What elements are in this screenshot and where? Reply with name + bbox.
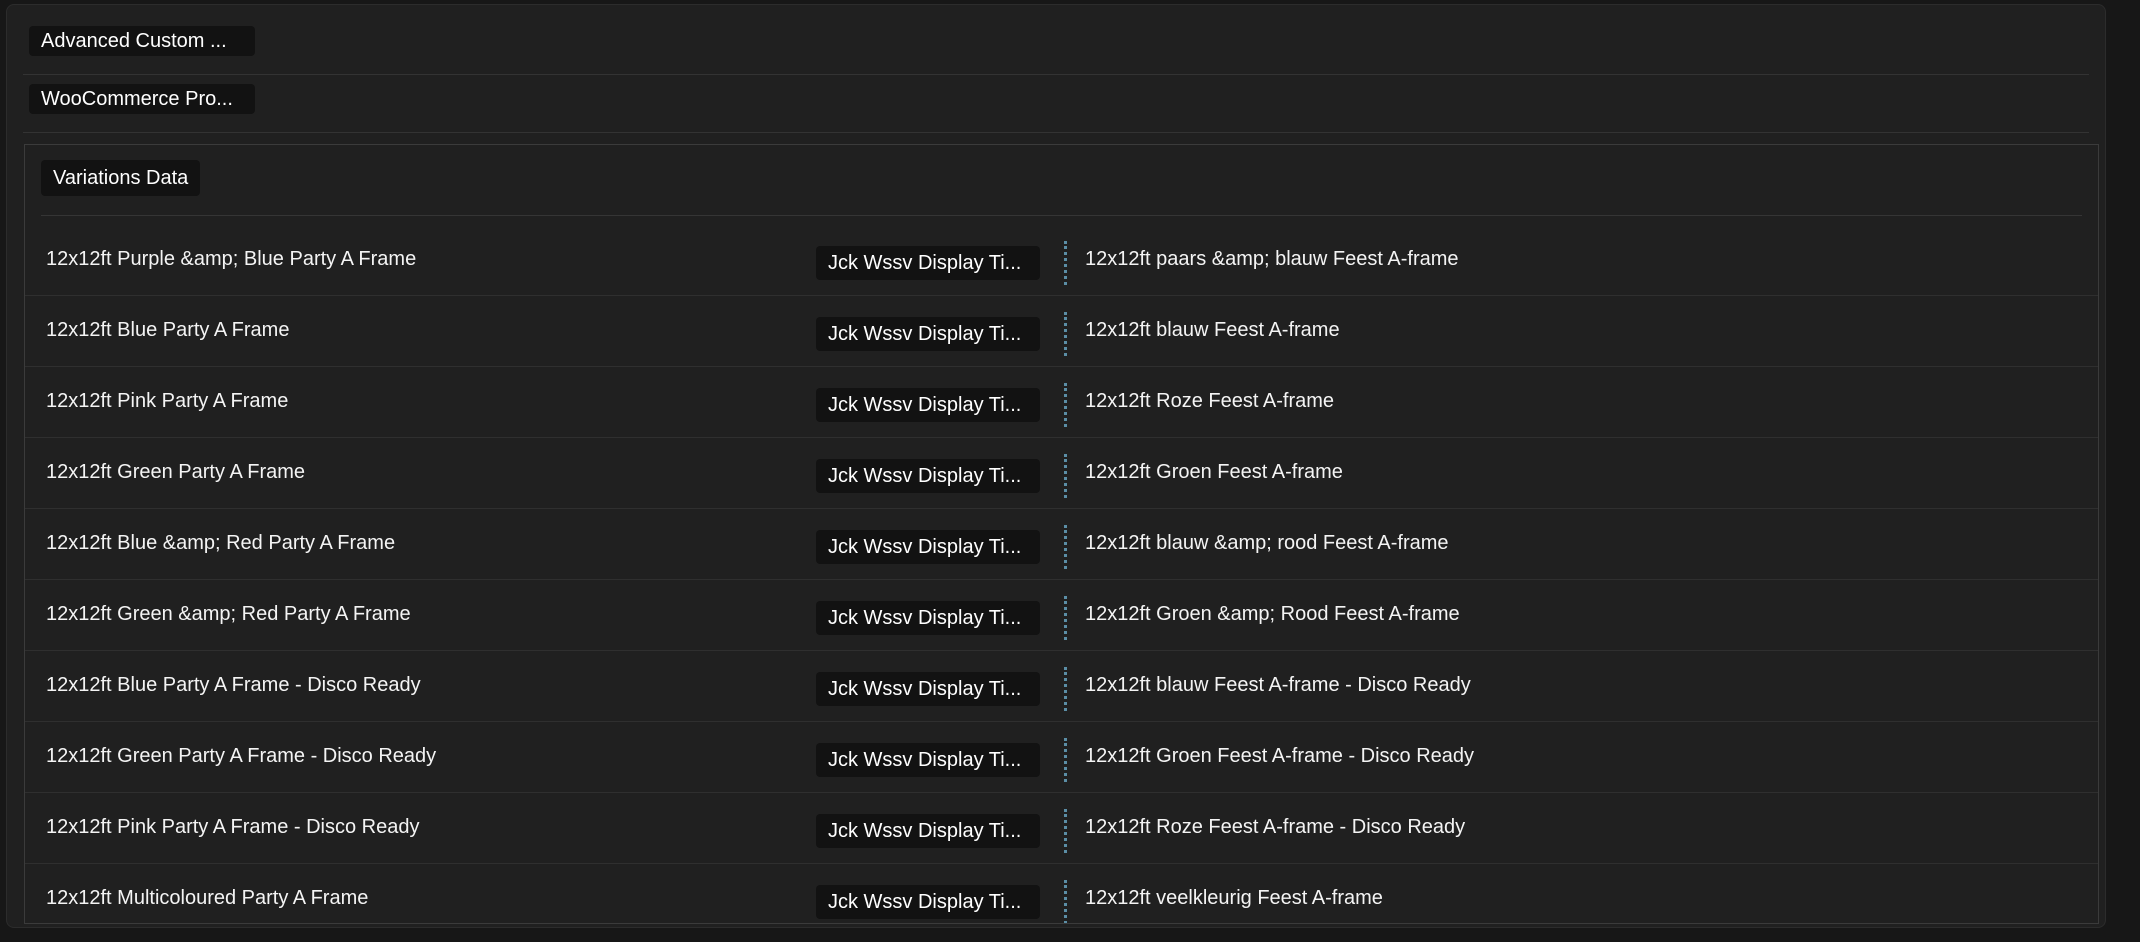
source-text: 12x12ft Green Party A Frame (46, 461, 306, 483)
variations-header: Variations Data (41, 145, 2082, 216)
variation-row[interactable]: 12x12ft Blue Party A Frame - Disco Ready… (25, 651, 2098, 722)
field-chip[interactable]: Jck Wssv Display Ti... (816, 601, 1040, 635)
row-divider (1064, 383, 1067, 427)
translation-text[interactable]: 12x12ft Groen Feest A-frame (1085, 460, 1343, 484)
row-divider (1064, 454, 1067, 498)
variation-row[interactable]: 12x12ft Green &amp; Red Party A Frame Jc… (25, 580, 2098, 651)
variation-row[interactable]: 12x12ft Pink Party A Frame Jck Wssv Disp… (25, 367, 2098, 438)
variation-row[interactable]: 12x12ft Blue &amp; Red Party A Frame Jck… (25, 509, 2098, 580)
field-chip[interactable]: Jck Wssv Display Ti... (816, 885, 1040, 919)
source-text: 12x12ft Blue Party A Frame - Disco Ready (46, 674, 421, 696)
section-tag-advanced-custom[interactable]: Advanced Custom ... (29, 26, 255, 56)
source-text: 12x12ft Blue &amp; Red Party A Frame (46, 532, 396, 554)
field-chip[interactable]: Jck Wssv Display Ti... (816, 246, 1040, 280)
bottom-band (0, 928, 2140, 942)
variation-row[interactable]: 12x12ft Purple &amp; Blue Party A Frame … (25, 225, 2098, 296)
field-chip[interactable]: Jck Wssv Display Ti... (816, 672, 1040, 706)
translation-text[interactable]: 12x12ft Groen Feest A-frame - Disco Read… (1085, 744, 1474, 768)
variation-row[interactable]: 12x12ft Multicoloured Party A Frame Jck … (25, 864, 2098, 923)
content-panel: Advanced Custom ... WooCommerce Pro... V… (6, 4, 2106, 928)
translation-text[interactable]: 12x12ft blauw &amp; rood Feest A-frame (1085, 531, 1449, 555)
row-divider (1064, 312, 1067, 356)
translation-text[interactable]: 12x12ft blauw Feest A-frame - Disco Read… (1085, 673, 1471, 697)
source-text: 12x12ft Multicoloured Party A Frame (46, 887, 369, 909)
row-divider (1064, 667, 1067, 711)
field-chip[interactable]: Jck Wssv Display Ti... (816, 459, 1040, 493)
variations-list: 12x12ft Purple &amp; Blue Party A Frame … (25, 225, 2098, 923)
source-text: 12x12ft Pink Party A Frame - Disco Ready (46, 816, 420, 838)
row-divider (1064, 880, 1067, 923)
translation-editor: Advanced Custom ... WooCommerce Pro... V… (0, 0, 2140, 942)
variation-row[interactable]: 12x12ft Blue Party A Frame Jck Wssv Disp… (25, 296, 2098, 367)
row-divider (1064, 809, 1067, 853)
source-text: 12x12ft Blue Party A Frame (46, 319, 290, 341)
section-row-woocommerce[interactable]: WooCommerce Pro... (23, 75, 2089, 133)
source-text: 12x12ft Green Party A Frame - Disco Read… (46, 745, 437, 767)
section-tag-woocommerce[interactable]: WooCommerce Pro... (29, 84, 255, 114)
translation-text[interactable]: 12x12ft Groen &amp; Rood Feest A-frame (1085, 602, 1460, 626)
source-text: 12x12ft Pink Party A Frame (46, 390, 289, 412)
row-divider (1064, 738, 1067, 782)
section-row-advanced-custom[interactable]: Advanced Custom ... (23, 17, 2089, 75)
variations-data-tag[interactable]: Variations Data (41, 160, 201, 196)
translation-text[interactable]: 12x12ft veelkleurig Feest A-frame (1085, 886, 1383, 910)
translation-text[interactable]: 12x12ft Roze Feest A-frame (1085, 389, 1334, 413)
row-divider (1064, 241, 1067, 285)
source-text: 12x12ft Purple &amp; Blue Party A Frame (46, 248, 417, 270)
field-chip[interactable]: Jck Wssv Display Ti... (816, 388, 1040, 422)
row-divider (1064, 596, 1067, 640)
translation-text[interactable]: 12x12ft blauw Feest A-frame (1085, 318, 1340, 342)
variations-data-section: Variations Data 12x12ft Purple &amp; Blu… (24, 144, 2099, 924)
translation-text[interactable]: 12x12ft Roze Feest A-frame - Disco Ready (1085, 815, 1465, 839)
variation-row[interactable]: 12x12ft Green Party A Frame Jck Wssv Dis… (25, 438, 2098, 509)
field-chip[interactable]: Jck Wssv Display Ti... (816, 814, 1040, 848)
variation-row[interactable]: 12x12ft Pink Party A Frame - Disco Ready… (25, 793, 2098, 864)
source-text: 12x12ft Green &amp; Red Party A Frame (46, 603, 411, 625)
field-chip[interactable]: Jck Wssv Display Ti... (816, 743, 1040, 777)
translation-text[interactable]: 12x12ft paars &amp; blauw Feest A-frame (1085, 247, 1459, 271)
row-divider (1064, 525, 1067, 569)
variation-row[interactable]: 12x12ft Green Party A Frame - Disco Read… (25, 722, 2098, 793)
field-chip[interactable]: Jck Wssv Display Ti... (816, 317, 1040, 351)
field-chip[interactable]: Jck Wssv Display Ti... (816, 530, 1040, 564)
